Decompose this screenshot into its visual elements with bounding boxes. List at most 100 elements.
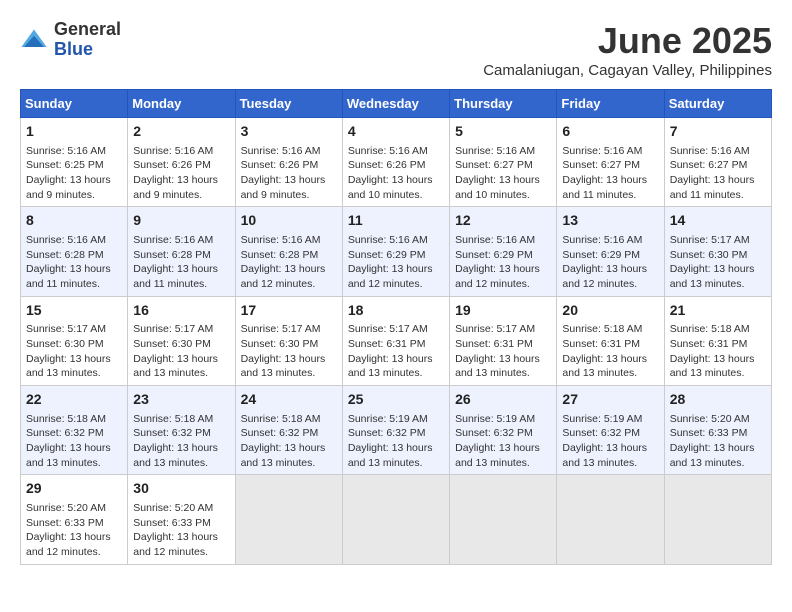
sunset-text: Sunset: 6:27 PM [455, 158, 551, 173]
calendar-cell: 2Sunrise: 5:16 AMSunset: 6:26 PMDaylight… [128, 118, 235, 207]
calendar-cell: 21Sunrise: 5:18 AMSunset: 6:31 PMDayligh… [664, 296, 771, 385]
daylight-text: Daylight: 13 hours and 11 minutes. [562, 173, 658, 202]
sunrise-text: Sunrise: 5:20 AM [26, 501, 122, 516]
sunrise-text: Sunrise: 5:20 AM [670, 412, 766, 427]
calendar-cell: 26Sunrise: 5:19 AMSunset: 6:32 PMDayligh… [450, 386, 557, 475]
sunrise-text: Sunrise: 5:17 AM [670, 233, 766, 248]
day-header-friday: Friday [557, 90, 664, 118]
sunset-text: Sunset: 6:32 PM [455, 426, 551, 441]
sunset-text: Sunset: 6:31 PM [670, 337, 766, 352]
calendar-cell: 19Sunrise: 5:17 AMSunset: 6:31 PMDayligh… [450, 296, 557, 385]
sunset-text: Sunset: 6:31 PM [348, 337, 444, 352]
sunrise-text: Sunrise: 5:18 AM [670, 322, 766, 337]
sunrise-text: Sunrise: 5:16 AM [241, 144, 337, 159]
calendar-cell: 16Sunrise: 5:17 AMSunset: 6:30 PMDayligh… [128, 296, 235, 385]
sunrise-text: Sunrise: 5:16 AM [26, 144, 122, 159]
sunrise-text: Sunrise: 5:16 AM [562, 144, 658, 159]
day-number: 19 [455, 301, 551, 321]
day-number: 2 [133, 122, 229, 142]
daylight-text: Daylight: 13 hours and 10 minutes. [348, 173, 444, 202]
sunrise-text: Sunrise: 5:18 AM [26, 412, 122, 427]
sunset-text: Sunset: 6:32 PM [348, 426, 444, 441]
calendar-week-row: 8Sunrise: 5:16 AMSunset: 6:28 PMDaylight… [21, 207, 772, 296]
sunrise-text: Sunrise: 5:16 AM [241, 233, 337, 248]
day-number: 3 [241, 122, 337, 142]
sunset-text: Sunset: 6:27 PM [670, 158, 766, 173]
sunrise-text: Sunrise: 5:19 AM [348, 412, 444, 427]
daylight-text: Daylight: 13 hours and 13 minutes. [348, 441, 444, 470]
calendar-cell: 28Sunrise: 5:20 AMSunset: 6:33 PMDayligh… [664, 386, 771, 475]
daylight-text: Daylight: 13 hours and 13 minutes. [133, 352, 229, 381]
sunrise-text: Sunrise: 5:19 AM [562, 412, 658, 427]
daylight-text: Daylight: 13 hours and 12 minutes. [26, 530, 122, 559]
sunrise-text: Sunrise: 5:17 AM [241, 322, 337, 337]
daylight-text: Daylight: 13 hours and 12 minutes. [562, 262, 658, 291]
sunrise-text: Sunrise: 5:19 AM [455, 412, 551, 427]
calendar-cell: 10 Sunrise: 5:16 AMSunset: 6:28 PMDayligh… [235, 207, 342, 296]
day-number: 28 [670, 390, 766, 410]
day-number: 5 [455, 122, 551, 142]
calendar-cell: 17Sunrise: 5:17 AMSunset: 6:30 PMDayligh… [235, 296, 342, 385]
title-area: June 2025 Camalaniugan, Cagayan Valley, … [483, 20, 772, 79]
daylight-text: Daylight: 13 hours and 12 minutes. [241, 262, 337, 291]
sunset-text: Sunset: 6:26 PM [348, 158, 444, 173]
daylight-text: Daylight: 13 hours and 13 minutes. [241, 441, 337, 470]
daylight-text: Daylight: 13 hours and 11 minutes. [670, 173, 766, 202]
sunrise-text: Sunrise: 5:16 AM [133, 233, 229, 248]
sunset-text: Sunset: 6:29 PM [455, 248, 551, 263]
daylight-text: Daylight: 13 hours and 11 minutes. [26, 262, 122, 291]
sunset-text: Sunset: 6:29 PM [348, 248, 444, 263]
calendar-cell [342, 475, 449, 564]
sunset-text: Sunset: 6:30 PM [670, 248, 766, 263]
sunrise-text: Sunrise: 5:16 AM [670, 144, 766, 159]
day-number: 1 [26, 122, 122, 142]
calendar-cell [235, 475, 342, 564]
sunrise-text: Sunrise: 5:16 AM [348, 144, 444, 159]
daylight-text: Daylight: 13 hours and 12 minutes. [455, 262, 551, 291]
calendar-cell: 22Sunrise: 5:18 AMSunset: 6:32 PMDayligh… [21, 386, 128, 475]
daylight-text: Daylight: 13 hours and 13 minutes. [241, 352, 337, 381]
calendar-cell: 6Sunrise: 5:16 AMSunset: 6:27 PMDaylight… [557, 118, 664, 207]
daylight-text: Daylight: 13 hours and 9 minutes. [133, 173, 229, 202]
calendar-cell [450, 475, 557, 564]
sunrise-text: Sunrise: 5:20 AM [133, 501, 229, 516]
calendar-week-row: 1Sunrise: 5:16 AMSunset: 6:25 PMDaylight… [21, 118, 772, 207]
daylight-text: Daylight: 13 hours and 13 minutes. [562, 441, 658, 470]
day-number: 22 [26, 390, 122, 410]
sunset-text: Sunset: 6:26 PM [241, 158, 337, 173]
sunset-text: Sunset: 6:28 PM [241, 248, 337, 263]
calendar-cell: 13Sunrise: 5:16 AMSunset: 6:29 PMDayligh… [557, 207, 664, 296]
calendar-cell: 5Sunrise: 5:16 AMSunset: 6:27 PMDaylight… [450, 118, 557, 207]
day-number: 17 [241, 301, 337, 321]
calendar-table: SundayMondayTuesdayWednesdayThursdayFrid… [20, 89, 772, 565]
sunset-text: Sunset: 6:33 PM [26, 516, 122, 531]
daylight-text: Daylight: 13 hours and 13 minutes. [670, 262, 766, 291]
sunrise-text: Sunrise: 5:18 AM [241, 412, 337, 427]
calendar-cell: 11Sunrise: 5:16 AMSunset: 6:29 PMDayligh… [342, 207, 449, 296]
sunrise-text: Sunrise: 5:17 AM [26, 322, 122, 337]
calendar-cell [664, 475, 771, 564]
sunrise-text: Sunrise: 5:17 AM [133, 322, 229, 337]
sunset-text: Sunset: 6:28 PM [26, 248, 122, 263]
calendar-cell: 27Sunrise: 5:19 AMSunset: 6:32 PMDayligh… [557, 386, 664, 475]
day-number: 10 [241, 211, 337, 231]
sunrise-text: Sunrise: 5:16 AM [562, 233, 658, 248]
sunrise-text: Sunrise: 5:17 AM [455, 322, 551, 337]
calendar-cell: 25Sunrise: 5:19 AMSunset: 6:32 PMDayligh… [342, 386, 449, 475]
daylight-text: Daylight: 13 hours and 13 minutes. [670, 352, 766, 381]
day-header-wednesday: Wednesday [342, 90, 449, 118]
day-header-thursday: Thursday [450, 90, 557, 118]
calendar-week-row: 29Sunrise: 5:20 AMSunset: 6:33 PMDayligh… [21, 475, 772, 564]
day-number: 4 [348, 122, 444, 142]
calendar-cell: 20Sunrise: 5:18 AMSunset: 6:31 PMDayligh… [557, 296, 664, 385]
day-number: 24 [241, 390, 337, 410]
sunrise-text: Sunrise: 5:16 AM [133, 144, 229, 159]
calendar-cell: 18Sunrise: 5:17 AMSunset: 6:31 PMDayligh… [342, 296, 449, 385]
calendar-cell: 15Sunrise: 5:17 AMSunset: 6:30 PMDayligh… [21, 296, 128, 385]
calendar-cell: 23Sunrise: 5:18 AMSunset: 6:32 PMDayligh… [128, 386, 235, 475]
sunrise-text: Sunrise: 5:17 AM [348, 322, 444, 337]
day-number: 30 [133, 479, 229, 499]
day-number: 11 [348, 211, 444, 231]
calendar-cell: 24Sunrise: 5:18 AMSunset: 6:32 PMDayligh… [235, 386, 342, 475]
sunset-text: Sunset: 6:28 PM [133, 248, 229, 263]
